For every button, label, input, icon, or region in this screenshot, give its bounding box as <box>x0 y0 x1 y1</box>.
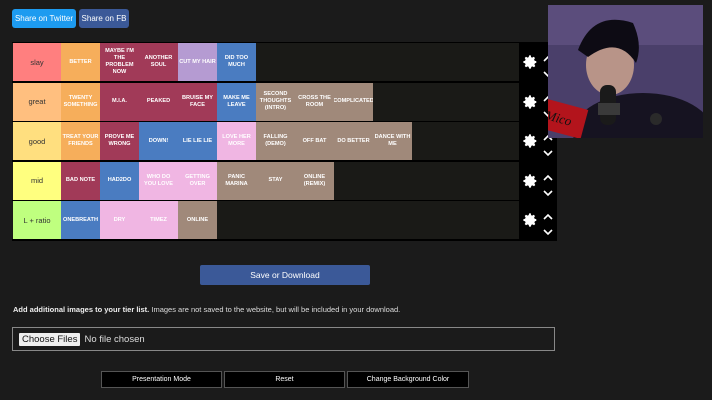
tier-item[interactable]: CROSS THE ROOM <box>295 82 334 121</box>
webcam-overlay: Mico <box>548 5 703 138</box>
tier-items: BAD NOTE HAD2DO WHO DO YOU LOVE GETTING OVE… <box>61 161 334 200</box>
tier-item[interactable]: BETTER <box>61 43 100 81</box>
gear-icon[interactable] <box>522 94 538 110</box>
tier-label[interactable]: L + ratio <box>13 201 61 239</box>
tier-item[interactable]: TREAT YOUR FRIENDS <box>61 122 100 160</box>
tier-item[interactable]: DOWN! <box>139 122 178 160</box>
tier-row: slay BETTER MAYBE I'M THE PROBLEM NOW ANOTH… <box>12 42 557 81</box>
reset-button[interactable]: Reset <box>224 371 345 388</box>
tier-item[interactable]: TWENTY SOMETHING <box>61 82 100 121</box>
tier-items: BETTER MAYBE I'M THE PROBLEM NOW ANOTHER S… <box>61 43 256 81</box>
tier-item[interactable]: DRY <box>100 201 139 239</box>
tier-item[interactable]: MAKE ME LEAVE <box>217 82 256 121</box>
tier-item[interactable]: GETTING OVER <box>178 161 217 200</box>
tier-item[interactable]: BRUISE MY FACE <box>178 82 217 121</box>
add-images-info: Add additional images to your tier list.… <box>13 305 400 314</box>
gear-icon[interactable] <box>522 173 538 189</box>
chevron-down-icon[interactable] <box>543 144 553 157</box>
tier-item[interactable]: DID TOO MUCH <box>217 43 256 81</box>
chevron-up-icon[interactable] <box>543 169 553 181</box>
gear-icon[interactable] <box>522 133 538 149</box>
share-on-fb-button[interactable]: Share on FB <box>79 9 129 28</box>
tier-controls <box>519 201 557 239</box>
tier-item[interactable]: BAD NOTE <box>61 161 100 200</box>
tier-row: good TREAT YOUR FRIENDS PROVE ME WRONG DOWN… <box>12 121 557 160</box>
tier-item[interactable]: MAYBE I'M THE PROBLEM NOW <box>100 43 139 81</box>
tier-row: mid BAD NOTE HAD2DO WHO DO YOU LOVE GETTING … <box>12 160 557 200</box>
save-or-download-button[interactable]: Save or Download <box>200 265 370 285</box>
tier-item[interactable]: DO BETTER <box>334 122 373 160</box>
tier-items: ONEBREATH DRY TIMEZ ONLINE <box>61 201 217 239</box>
tier-item[interactable]: STAY <box>256 161 295 200</box>
chevron-up-icon[interactable] <box>543 208 553 220</box>
tier-item[interactable]: ONLINE <box>178 201 217 239</box>
tier-row: L + ratio ONEBREATH DRY TIMEZ ONLINE <box>12 200 557 239</box>
tier-item[interactable]: PEAKED <box>139 82 178 121</box>
tier-item[interactable]: ANOTHER SOUL <box>139 43 178 81</box>
tier-label[interactable]: slay <box>13 43 61 81</box>
tier-items: TREAT YOUR FRIENDS PROVE ME WRONG DOWN! LIE… <box>61 122 412 160</box>
gear-icon[interactable] <box>522 212 538 228</box>
chevron-down-icon[interactable] <box>543 223 553 236</box>
presentation-mode-button[interactable]: Presentation Mode <box>101 371 222 388</box>
tier-item[interactable]: HAD2DO <box>100 161 139 200</box>
add-images-info-rest: Images are not saved to the website, but… <box>149 305 401 314</box>
tier-item[interactable]: LIE LIE LIE <box>178 122 217 160</box>
tier-item[interactable]: LOVE HER MORE <box>217 122 256 160</box>
chevron-down-icon[interactable] <box>543 184 553 196</box>
tier-controls <box>519 161 557 200</box>
tier-item[interactable]: TIMEZ <box>139 201 178 239</box>
tier-item[interactable]: CUT MY HAIR <box>178 43 217 81</box>
change-background-color-button[interactable]: Change Background Color <box>347 371 469 388</box>
tier-label[interactable]: good <box>13 122 61 160</box>
choose-files-button[interactable]: Choose Files <box>19 332 81 346</box>
tier-label[interactable]: mid <box>13 161 61 200</box>
tier-item[interactable]: PANIC MARINA <box>217 161 256 200</box>
tier-label[interactable]: great <box>13 82 61 121</box>
file-input[interactable]: Choose Files No file chosen <box>12 327 555 351</box>
tier-item[interactable]: FALLING (DEMO) <box>256 122 295 160</box>
tier-item[interactable]: DANCE WITH ME <box>373 122 412 160</box>
tier-item[interactable]: PROVE ME WRONG <box>100 122 139 160</box>
file-status-text: No file chosen <box>84 333 145 345</box>
tier-item[interactable]: WHO DO YOU LOVE <box>139 161 178 200</box>
tier-item[interactable]: OFF BAT <box>295 122 334 160</box>
tier-row: great TWENTY SOMETHING M.I.A. PEAKED BRUISE … <box>12 81 557 121</box>
add-images-info-bold: Add additional images to your tier list. <box>13 305 150 314</box>
tier-items: TWENTY SOMETHING M.I.A. PEAKED BRUISE MY FA… <box>61 82 373 121</box>
gear-icon[interactable] <box>522 54 538 70</box>
tier-item[interactable]: SECOND THOUGHTS (INTRO) <box>256 82 295 121</box>
tier-item[interactable]: ONEBREATH <box>61 201 100 239</box>
tier-item[interactable]: M.I.A. <box>100 82 139 121</box>
tier-list: slay BETTER MAYBE I'M THE PROBLEM NOW ANOTH… <box>12 42 557 241</box>
tier-item[interactable]: COMPLICATED <box>334 82 373 121</box>
share-on-twitter-button[interactable]: Share on Twitter <box>12 9 76 28</box>
tier-item[interactable]: ONLINE (REMIX) <box>295 161 334 200</box>
